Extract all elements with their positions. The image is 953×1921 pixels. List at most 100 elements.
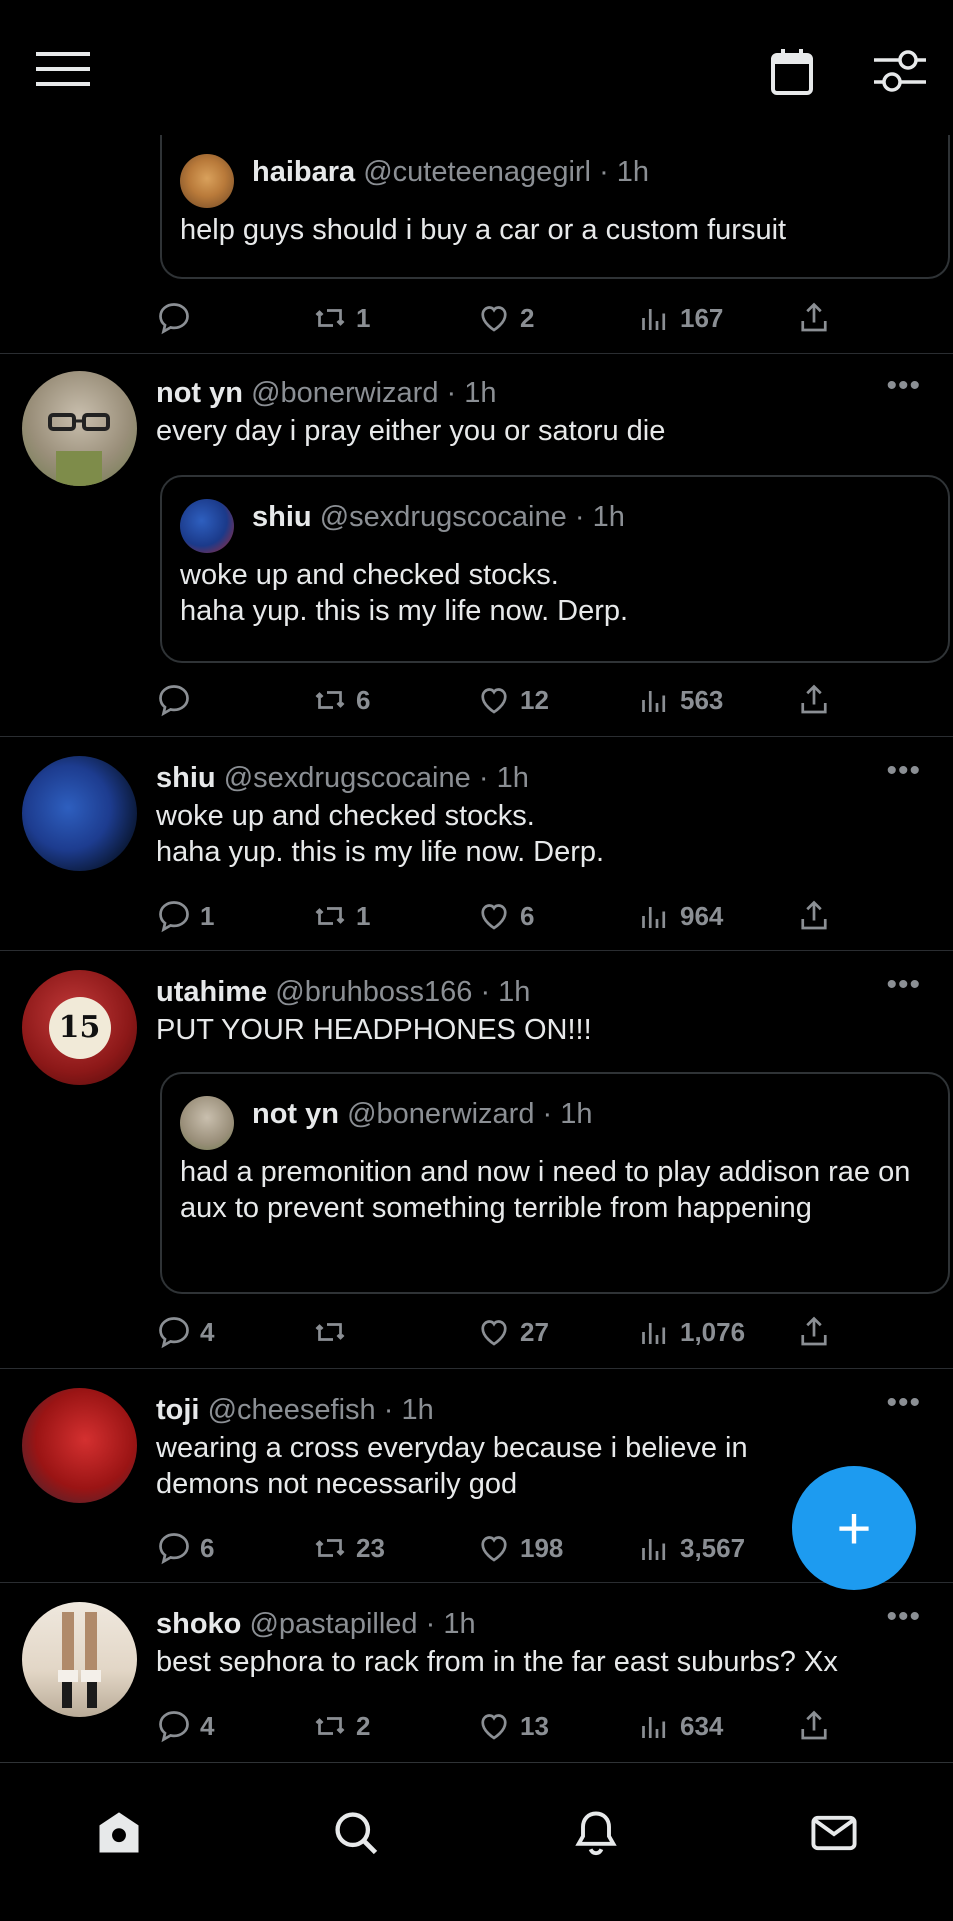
views-button[interactable]: 1,076: [636, 1310, 745, 1354]
quoted-tweet-header: shiu @sexdrugscocaine · 1h: [252, 501, 625, 534]
handle: @bonerwizard: [347, 1098, 535, 1130]
views-button[interactable]: 563: [636, 678, 723, 722]
timestamp: 1h: [498, 976, 531, 1008]
tweet-actions: 4 2 13 634: [156, 1704, 836, 1748]
views-button[interactable]: 634: [636, 1704, 723, 1748]
views-button[interactable]: 964: [636, 894, 723, 938]
like-button[interactable]: 6: [476, 894, 534, 938]
retweet-button[interactable]: 6: [312, 678, 370, 722]
more-options-icon[interactable]: •••: [886, 369, 921, 403]
retweet-icon: [315, 1323, 345, 1341]
share-button[interactable]: [796, 1310, 840, 1354]
handle[interactable]: @bonerwizard: [251, 377, 438, 409]
share-button[interactable]: [796, 678, 840, 722]
retweet-count: 6: [356, 684, 371, 715]
like-button[interactable]: 13: [476, 1704, 549, 1748]
heart-icon: [481, 1536, 507, 1562]
display-name[interactable]: shiu: [156, 762, 216, 794]
display-name[interactable]: not yn: [156, 377, 243, 409]
more-options-icon[interactable]: •••: [886, 754, 921, 788]
views-count: 3,567: [680, 1532, 746, 1563]
like-button[interactable]: 27: [476, 1310, 549, 1354]
views-button[interactable]: 167: [636, 296, 723, 340]
avatar[interactable]: [22, 371, 137, 486]
sliders-icon[interactable]: [874, 48, 926, 94]
retweet-button[interactable]: 23: [312, 1526, 385, 1570]
quoted-tweet-text: had a premonition and now i need to play…: [180, 1156, 911, 1224]
reply-count: 6: [200, 1532, 215, 1563]
handle[interactable]: @cheesefish: [208, 1394, 376, 1426]
avatar[interactable]: [180, 499, 234, 553]
tweet[interactable]: not yn @bonerwizard · 1h ••• every day i…: [0, 353, 953, 737]
reply-button[interactable]: 4: [156, 1704, 214, 1748]
plus-icon: +: [836, 1494, 872, 1562]
share-icon: [801, 900, 827, 930]
more-options-icon[interactable]: •••: [886, 1600, 921, 1634]
retweet-icon: [315, 907, 345, 925]
avatar[interactable]: [180, 1096, 234, 1150]
reply-button[interactable]: [156, 296, 200, 340]
compose-tweet-button[interactable]: +: [792, 1466, 916, 1590]
like-count: 13: [520, 1710, 549, 1741]
reply-button[interactable]: [156, 678, 200, 722]
share-button[interactable]: [796, 894, 840, 938]
tweet-header: shiu @sexdrugscocaine · 1h: [156, 762, 529, 795]
retweet-count: 2: [356, 1710, 371, 1741]
avatar[interactable]: [22, 1602, 137, 1717]
display-name[interactable]: utahime: [156, 976, 267, 1008]
bell-icon[interactable]: [570, 1807, 622, 1859]
search-icon[interactable]: [330, 1807, 382, 1859]
avatar[interactable]: [22, 1388, 137, 1503]
display-name: haibara: [252, 156, 356, 188]
handle[interactable]: @bruhboss166: [275, 976, 472, 1008]
share-button[interactable]: [796, 1704, 840, 1748]
like-count: 198: [520, 1532, 564, 1563]
mail-icon[interactable]: [808, 1807, 860, 1859]
like-button[interactable]: 12: [476, 678, 549, 722]
like-button[interactable]: 2: [476, 296, 534, 340]
separator-dot: ·: [574, 501, 585, 533]
views-button[interactable]: 3,567: [636, 1526, 745, 1570]
handle[interactable]: @pastapilled: [249, 1608, 417, 1640]
reply-button[interactable]: 6: [156, 1526, 214, 1570]
tweet-text: wearing a cross everyday because i belie…: [156, 1432, 748, 1500]
tweet[interactable]: shiu @sexdrugscocaine · 1h ••• woke up a…: [0, 736, 953, 951]
more-options-icon[interactable]: •••: [886, 1386, 921, 1420]
retweet-button[interactable]: 2: [312, 1704, 370, 1748]
tweet-actions: 6 12 563: [156, 678, 836, 722]
retweet-count: 23: [356, 1532, 385, 1563]
display-name[interactable]: shoko: [156, 1608, 241, 1640]
views-count: 964: [680, 900, 724, 931]
avatar[interactable]: [180, 154, 234, 208]
more-options-icon[interactable]: •••: [886, 968, 921, 1002]
separator-dot: ·: [478, 762, 489, 794]
hamburger-menu-icon[interactable]: [36, 52, 90, 86]
retweet-count: 1: [356, 302, 371, 333]
retweet-button[interactable]: [312, 1310, 356, 1354]
avatar[interactable]: [22, 756, 137, 871]
like-count: 27: [520, 1316, 549, 1347]
views-chart-icon: [642, 309, 666, 330]
tweet-actions: 6 23 198 3,567: [156, 1526, 836, 1570]
retweet-button[interactable]: 1: [312, 894, 370, 938]
display-name[interactable]: toji: [156, 1394, 200, 1426]
quoted-tweet-text: help guys should i buy a car or a custom…: [180, 214, 787, 246]
quoted-tweet[interactable]: haibara @cuteteenagegirl · 1h help guys …: [160, 130, 950, 279]
share-button[interactable]: [796, 296, 840, 340]
avatar[interactable]: 15: [22, 970, 137, 1085]
handle[interactable]: @sexdrugscocaine: [224, 762, 471, 794]
retweet-button[interactable]: 1: [312, 296, 370, 340]
timestamp: 1h: [592, 501, 625, 533]
reply-button[interactable]: 1: [156, 894, 214, 938]
tweet[interactable]: shoko @pastapilled · 1h ••• best sephora…: [0, 1582, 953, 1762]
quoted-tweet[interactable]: not yn @bonerwizard · 1h had a premoniti…: [160, 1072, 950, 1294]
reply-button[interactable]: 4: [156, 1310, 214, 1354]
calendar-icon[interactable]: [770, 48, 814, 96]
tweet-header: toji @cheesefish · 1h: [156, 1394, 434, 1427]
separator-dot: ·: [599, 156, 609, 188]
like-button[interactable]: 198: [476, 1526, 563, 1570]
home-icon[interactable]: [93, 1807, 145, 1859]
quoted-tweet[interactable]: shiu @sexdrugscocaine · 1h woke up and c…: [160, 475, 950, 663]
bottom-navigation: [0, 1762, 953, 1921]
tweet[interactable]: 15 utahime @bruhboss166 · 1h ••• PUT YOU…: [0, 950, 953, 1369]
